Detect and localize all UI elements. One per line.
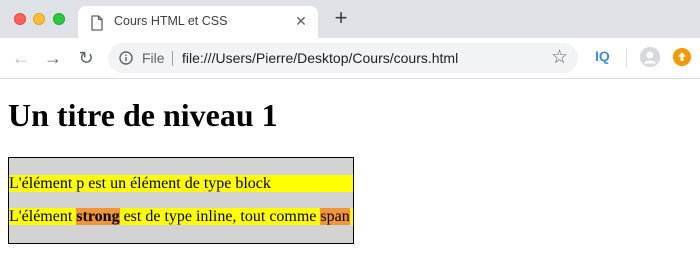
new-tab-button[interactable]: + [330, 7, 352, 30]
update-arrow-icon[interactable] [673, 48, 691, 66]
tab-title: Cours HTML et CSS [114, 14, 228, 28]
scheme-label: File [142, 50, 165, 66]
profile-avatar-icon[interactable] [640, 47, 660, 67]
tab-strip: Cours HTML et CSS ✕ + [0, 0, 700, 38]
address-bar[interactable]: File file:///Users/Pierre/Desktop/Cours/… [108, 43, 578, 73]
address-divider [172, 51, 173, 66]
paragraph-text-middle: est de type inline, tout comme [119, 208, 321, 225]
arrow-up-icon [678, 52, 686, 61]
minimize-window-button[interactable] [33, 13, 45, 25]
extensions-divider [626, 49, 627, 67]
bookmark-star-icon[interactable]: ☆ [551, 47, 568, 69]
page-heading: Un titre de niveau 1 [8, 97, 278, 133]
strong-highlight: strong [76, 208, 120, 225]
person-icon [640, 47, 660, 67]
reload-button[interactable]: ↻ [75, 47, 97, 69]
document-icon [91, 15, 103, 31]
forward-button[interactable]: → [42, 47, 64, 69]
back-button[interactable]: ← [10, 47, 32, 69]
iq-extension-icon[interactable]: IQ [595, 48, 610, 64]
close-window-button[interactable] [14, 13, 26, 25]
maximize-window-button[interactable] [53, 13, 65, 25]
tab-cours-html-css[interactable]: Cours HTML et CSS ✕ [78, 6, 318, 38]
demo-box: L'élément p est un élément de type block… [8, 157, 354, 244]
url-text[interactable]: file:///Users/Pierre/Desktop/Cours/cours… [182, 50, 458, 66]
close-tab-icon[interactable]: ✕ [292, 12, 310, 30]
paragraph-inline: L'élément strong est de type inline, tou… [9, 208, 353, 225]
paragraph-text-before: L'élément [9, 208, 77, 225]
paragraph-block: L'élément p est un élément de type block [9, 175, 353, 192]
info-icon[interactable] [119, 51, 133, 65]
span-highlight: span [320, 208, 350, 225]
page-content: Un titre de niveau 1 L'élément p est un … [0, 79, 700, 265]
